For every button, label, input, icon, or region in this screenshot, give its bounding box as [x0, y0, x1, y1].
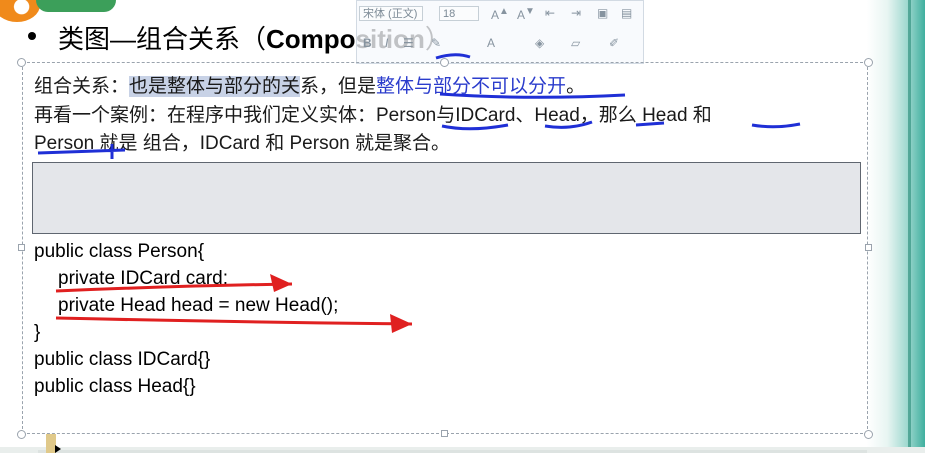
line1-prefix: 组合关系： — [34, 76, 130, 97]
line1-mid: 系，但是 — [300, 76, 377, 97]
logo-icon — [0, 0, 40, 22]
bullet-icon — [28, 32, 36, 40]
code-line: private IDCard card; — [58, 268, 229, 289]
format-icon[interactable]: ▤ — [621, 6, 632, 20]
font-size-select[interactable]: 18 — [439, 6, 479, 21]
resize-handle-bottom[interactable] — [441, 430, 448, 437]
text-line-3: Person 就是 组合，IDCard 和 Person 就是聚合。 — [34, 133, 450, 154]
shrink-font-icon[interactable]: A▼ — [517, 6, 535, 22]
increase-indent-icon[interactable]: ⇥ — [571, 6, 581, 20]
line1-blue: 整体与部分不可以分开 — [376, 76, 567, 97]
right-decorative-stripe — [908, 0, 911, 453]
grey-rectangle — [32, 162, 861, 234]
resize-handle-top[interactable] — [440, 58, 449, 67]
code-line: private Head head = new Head(); — [58, 295, 339, 316]
font-name-select[interactable]: 宋体 (正文) — [359, 6, 423, 21]
highlight-icon[interactable]: ✎ — [431, 36, 441, 50]
grow-font-icon[interactable]: A▲ — [491, 6, 509, 22]
code-line: } — [34, 322, 41, 343]
decrease-indent-icon[interactable]: ⇤ — [545, 6, 555, 20]
line-color-icon[interactable]: ▱ — [571, 36, 580, 50]
italic-icon[interactable]: I — [385, 36, 388, 50]
font-color-icon[interactable]: A — [487, 36, 495, 50]
logo-banner — [36, 0, 116, 12]
code-line: public class Head{} — [34, 376, 196, 397]
resize-handle-left[interactable] — [18, 244, 25, 251]
align-center-icon[interactable]: ☰ — [403, 36, 414, 50]
resize-handle-top-left[interactable] — [17, 58, 26, 67]
format-painter-icon[interactable]: ✐ — [609, 36, 619, 50]
title-cn: 类图—组合关系（ — [58, 24, 267, 54]
mouse-pointer-icon — [55, 445, 61, 453]
resize-handle-bottom-left[interactable] — [17, 430, 26, 439]
resize-handle-top-right[interactable] — [864, 58, 873, 67]
resize-handle-right[interactable] — [865, 244, 872, 251]
text-line-1: 组合关系：也是整体与部分的关系，但是整体与部分不可以分开。 — [34, 71, 585, 98]
line1-highlight: 也是整体与部分的关 — [129, 76, 301, 97]
resize-handle-bottom-right[interactable] — [864, 430, 873, 439]
text-line-2: 再看一个案例：在程序中我们定义实体：Person与IDCard、Head，那么 … — [34, 105, 712, 126]
bold-icon[interactable]: B — [363, 36, 372, 50]
mini-format-toolbar[interactable]: 宋体 (正文) 18 A▲ A▼ ⇤ ⇥ ▣ ▤ B I ☰ ✎ A ◈ ▱ ✐ — [356, 0, 644, 64]
code-line: public class Person{ — [34, 241, 205, 262]
code-line: public class IDCard{} — [34, 349, 211, 370]
paint-bucket-icon[interactable]: ◈ — [535, 36, 544, 50]
style-icon[interactable]: ▣ — [597, 6, 608, 20]
line1-end: 。 — [566, 76, 586, 97]
right-decorative-band — [867, 0, 925, 453]
